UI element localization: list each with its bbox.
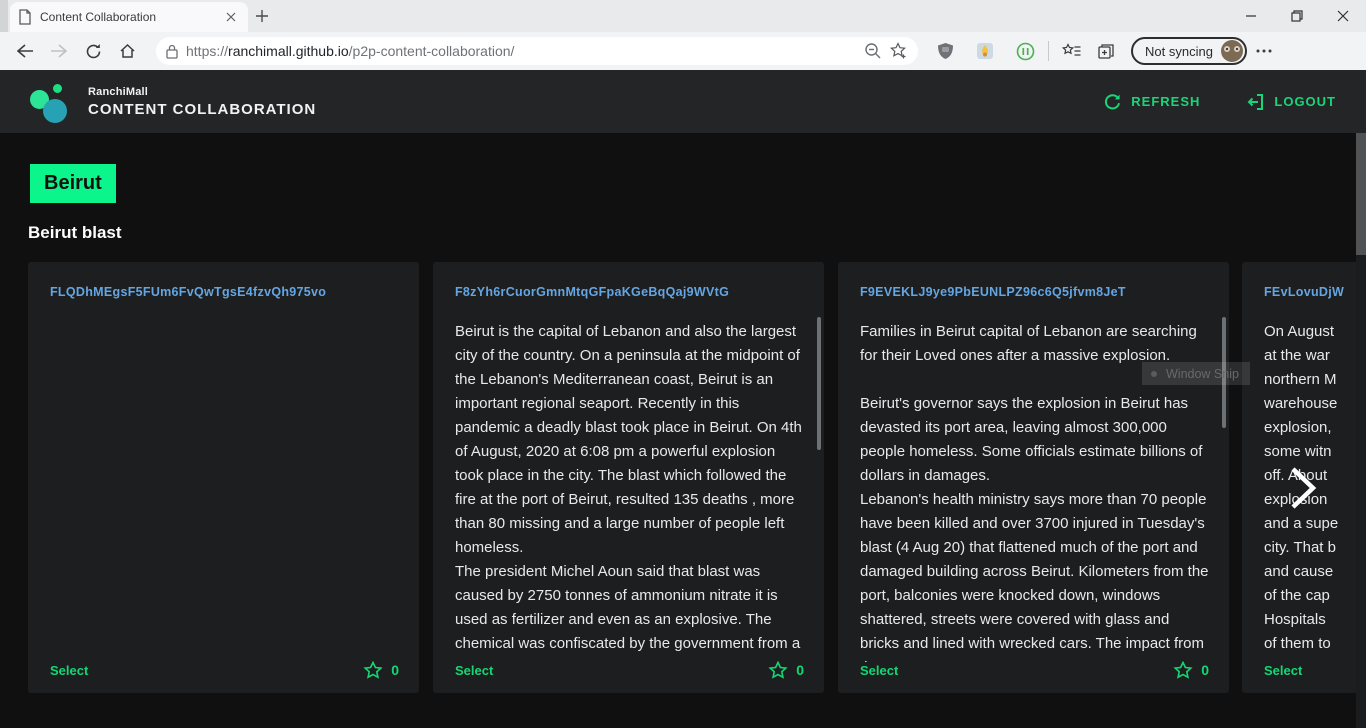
window-edge [0, 0, 8, 32]
snip-label: Window Snip [1166, 367, 1239, 381]
select-button[interactable]: Select [455, 663, 493, 678]
browser-navbar: https://ranchimall.github.io/p2p-content… [0, 32, 1366, 70]
page-content: Beirut Beirut blast FLQDhMEgsF5FUm6FvQwT… [0, 133, 1366, 728]
select-button[interactable]: Select [860, 663, 898, 678]
card-body-text: Beirut is the capital of Lebanon and als… [455, 320, 804, 662]
card-content-id[interactable]: FEvLovuDjW [1264, 285, 1366, 299]
star-count: 0 [1201, 662, 1209, 678]
collections-icon[interactable] [1089, 36, 1123, 66]
card-body-text [50, 320, 399, 662]
extensions-cluster [928, 36, 1042, 66]
page-scrollbar-thumb[interactable] [1356, 133, 1366, 255]
star-count: 0 [391, 662, 399, 678]
lock-icon[interactable] [166, 44, 178, 59]
home-icon[interactable] [110, 36, 144, 66]
card-content-id[interactable]: F9EVEKLJ9ye9PbEUNLPZ96c6Q5jfvm8JeT [860, 285, 1207, 299]
minimize-button[interactable] [1228, 0, 1274, 32]
forward-icon[interactable] [42, 36, 76, 66]
logout-icon [1246, 93, 1265, 111]
profile-button[interactable]: Not syncing [1131, 37, 1247, 65]
star-icon[interactable] [1173, 661, 1193, 680]
refresh-button[interactable]: REFRESH [1103, 92, 1200, 111]
refresh-icon [1103, 92, 1122, 111]
logout-label: LOGOUT [1274, 94, 1336, 109]
url-path: /p2p-content-collaboration/ [349, 43, 515, 59]
topic-chip[interactable]: Beirut [30, 164, 116, 203]
restore-button[interactable] [1274, 0, 1320, 32]
ranchimall-logo [30, 83, 66, 121]
ublock-extension-icon[interactable] [928, 36, 962, 66]
window-snip-tooltip: Window Snip [1142, 362, 1250, 385]
logout-button[interactable]: LOGOUT [1246, 93, 1336, 111]
brand-block: RanchiMall CONTENT COLLABORATION [88, 86, 316, 118]
brand-name: RanchiMall [88, 86, 316, 98]
tab-title: Content Collaboration [40, 10, 214, 24]
sync-status-label: Not syncing [1145, 44, 1213, 59]
new-tab-button[interactable] [252, 6, 272, 26]
content-card[interactable]: F8zYh6rCuorGmnMtqGFpaKGeBqQaj9WVtG Beiru… [433, 262, 824, 693]
favorites-bar-icon[interactable] [1055, 36, 1089, 66]
pause-extension-icon[interactable] [1008, 36, 1042, 66]
url-domain: ranchimall.github.io [228, 43, 349, 59]
favorite-star-icon[interactable] [890, 42, 908, 60]
card-scrollbar[interactable] [817, 317, 821, 450]
page-scrollbar[interactable] [1356, 133, 1366, 728]
settings-more-icon[interactable] [1247, 36, 1281, 66]
browser-tab-strip: Content Collaboration [0, 0, 1366, 32]
select-button[interactable]: Select [50, 663, 88, 678]
refresh-label: REFRESH [1131, 94, 1200, 109]
select-button[interactable]: Select [1264, 663, 1302, 678]
address-bar[interactable]: https://ranchimall.github.io/p2p-content… [156, 37, 918, 65]
reload-icon[interactable] [76, 36, 110, 66]
page-subtitle: Beirut blast [28, 223, 122, 243]
zoom-out-icon[interactable] [864, 42, 882, 60]
app-header: RanchiMall CONTENT COLLABORATION REFRESH… [0, 70, 1366, 133]
close-window-button[interactable] [1320, 0, 1366, 32]
page-icon [18, 9, 32, 25]
snip-bullet-icon [1151, 371, 1157, 377]
window-controls [1228, 0, 1366, 32]
cards-carousel: FLQDhMEgsF5FUm6FvQwTgsE4fzvQh975vo Selec… [28, 262, 1366, 693]
toolbar-divider [1048, 41, 1049, 61]
profile-avatar [1221, 40, 1243, 62]
carousel-next-icon[interactable] [1288, 464, 1318, 512]
url-scheme: https:// [186, 43, 228, 59]
browser-tab[interactable]: Content Collaboration [10, 2, 248, 32]
star-count: 0 [796, 662, 804, 678]
content-card[interactable]: FLQDhMEgsF5FUm6FvQwTgsE4fzvQh975vo Selec… [28, 262, 419, 693]
url-text[interactable]: https://ranchimall.github.io/p2p-content… [186, 43, 856, 59]
back-icon[interactable] [8, 36, 42, 66]
card-content-id[interactable]: FLQDhMEgsF5FUm6FvQwTgsE4fzvQh975vo [50, 285, 397, 299]
star-icon[interactable] [363, 661, 383, 680]
card-content-id[interactable]: F8zYh6rCuorGmnMtqGFpaKGeBqQaj9WVtG [455, 285, 802, 299]
extension-icon[interactable] [968, 36, 1002, 66]
star-icon[interactable] [768, 661, 788, 680]
app-title: CONTENT COLLABORATION [88, 101, 316, 118]
content-card[interactable]: F9EVEKLJ9ye9PbEUNLPZ96c6Q5jfvm8JeT Famil… [838, 262, 1229, 693]
tab-close-icon[interactable] [222, 8, 240, 26]
